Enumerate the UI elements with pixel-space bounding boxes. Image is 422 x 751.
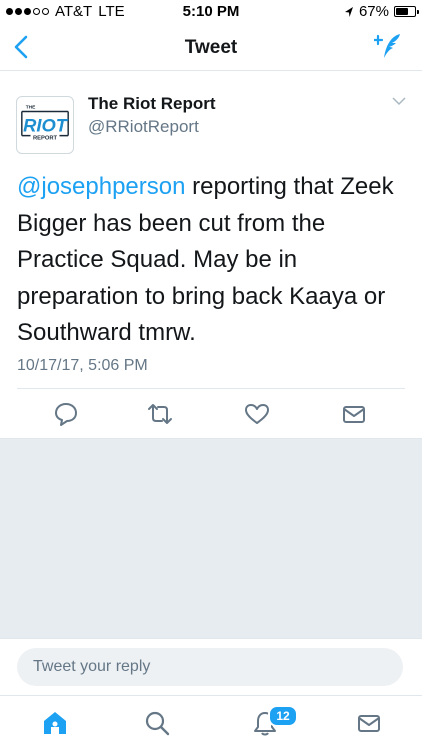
- retweet-icon[interactable]: [147, 401, 173, 427]
- tweet-author[interactable]: The Riot Report @RRiotReport: [88, 94, 216, 137]
- compose-tweet-icon[interactable]: [374, 32, 406, 62]
- chevron-down-icon[interactable]: [392, 96, 406, 106]
- tweet-text: @josephperson reporting that Zeek Bigger…: [17, 169, 407, 352]
- reply-icon[interactable]: [53, 401, 79, 427]
- home-icon[interactable]: [42, 710, 68, 736]
- mention-link[interactable]: @josephperson: [17, 173, 185, 200]
- search-icon[interactable]: [144, 710, 170, 736]
- location-arrow-icon: [344, 6, 353, 17]
- tweet-timestamp: 10/17/17, 5:06 PM: [17, 357, 148, 374]
- avatar-text-main: RIOT: [23, 115, 69, 136]
- notification-badge: 12: [268, 705, 298, 727]
- messages-icon[interactable]: [356, 710, 382, 736]
- reply-bar: Tweet your reply: [0, 638, 422, 696]
- page-title: Tweet: [184, 37, 238, 58]
- battery-icon: [394, 6, 419, 17]
- battery-level: [396, 8, 409, 15]
- status-bar: AT&T LTE 5:10 PM 67%: [0, 0, 422, 24]
- nav-bar: Tweet: [0, 24, 422, 71]
- author-handle[interactable]: @RRiotReport: [88, 117, 216, 137]
- direct-message-icon[interactable]: [341, 401, 367, 427]
- tab-bar: 12: [0, 695, 422, 751]
- avatar-text-bottom: REPORT: [33, 135, 58, 141]
- tweet-actions: [0, 393, 422, 437]
- author-name[interactable]: The Riot Report: [88, 94, 216, 114]
- avatar[interactable]: THE RIOT REPORT: [16, 96, 74, 154]
- battery-percent: 67%: [358, 3, 389, 20]
- status-right: 67%: [344, 3, 419, 20]
- like-heart-icon[interactable]: [244, 401, 270, 427]
- divider: [17, 388, 405, 389]
- empty-replies-area: [0, 438, 422, 639]
- reply-input[interactable]: Tweet your reply: [17, 648, 403, 686]
- avatar-text-top: THE: [26, 105, 36, 111]
